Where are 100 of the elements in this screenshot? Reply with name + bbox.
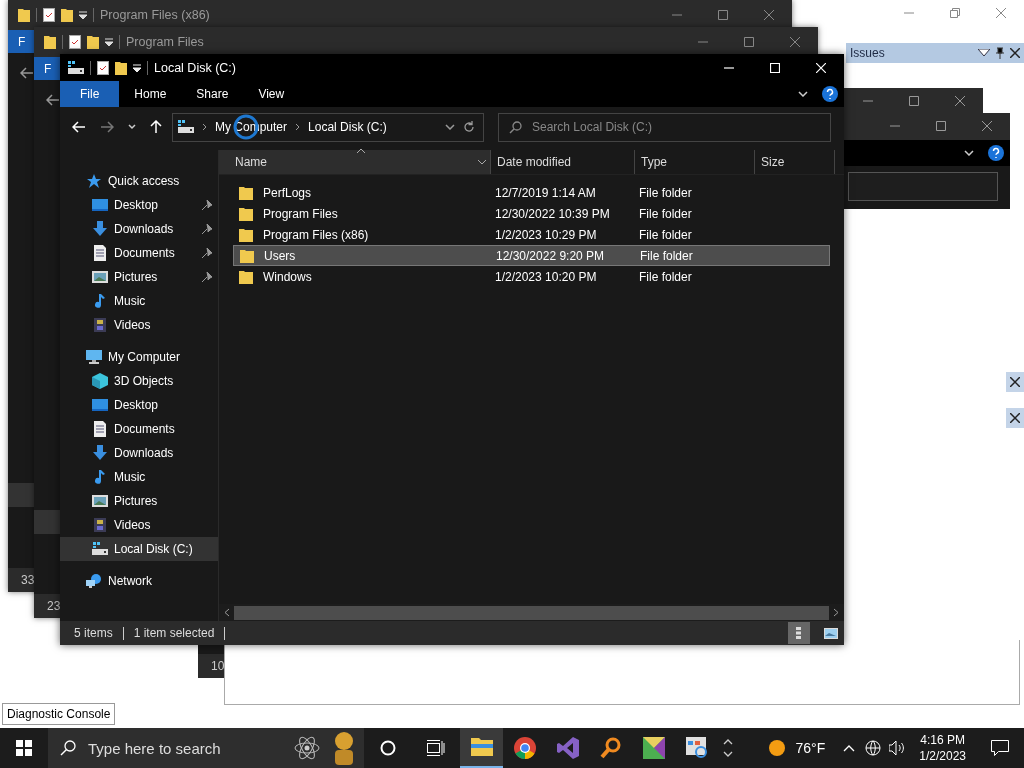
back-arrow-icon[interactable] [20,67,34,79]
sidebar-item[interactable]: 3D Objects [60,369,218,393]
scrollbar-thumb[interactable] [234,605,829,620]
scroll-arrows-icon[interactable] [723,738,733,758]
help-icon[interactable] [822,86,838,102]
search-field[interactable]: Search Local Disk (C:) [498,112,831,142]
file-row[interactable]: Program Files (x86) 1/2/2023 10:29 PM File folder [233,224,830,245]
sidebar-label: Music [114,470,147,484]
pin-icon[interactable] [202,224,212,234]
cube-icon [92,373,108,389]
properties-icon[interactable] [97,60,109,75]
chevron-icon[interactable] [798,91,808,97]
window-title: Program Files (x86) [100,8,211,22]
sidebar-item[interactable]: Quick access [60,169,218,193]
partial-ribbon-tab[interactable]: F [8,30,36,53]
download-icon [92,221,108,237]
sidebar-item[interactable]: Documents [60,417,218,441]
ribbon-tab[interactable]: File [60,81,120,107]
scroll-right-icon[interactable] [833,608,839,617]
sidebar-item[interactable]: Videos [60,313,218,337]
search-input[interactable]: Search Local Disk (C:) [530,119,820,135]
breadcrumb-item[interactable]: Local Disk (C:) [308,120,387,134]
partial-ribbon-tab[interactable]: F [34,57,62,80]
scroll-left-icon[interactable] [224,608,230,617]
task-view-icon[interactable] [427,740,445,756]
pin-icon[interactable] [202,248,212,258]
pin-icon[interactable] [202,272,212,282]
folder-icon[interactable] [115,60,127,75]
time-text[interactable]: 4:16 PM [920,732,965,748]
file-row[interactable]: Users 12/30/2022 9:20 PM File folder [233,245,830,266]
sidebar-item[interactable]: Videos [60,513,218,537]
dropdown-icon[interactable] [478,160,486,165]
dropdown-icon[interactable] [445,124,455,130]
refresh-icon[interactable] [463,121,475,133]
sidebar-item[interactable]: Music [60,289,218,313]
forward-arrow-icon[interactable] [100,121,114,133]
temperature-text[interactable]: 76°F [795,740,826,756]
sidebar-item[interactable]: Pictures [60,489,218,513]
type-cell-text: File folder [639,269,693,284]
circle-icon[interactable] [380,740,396,756]
folder-icon [239,206,253,221]
column-header[interactable]: Date modified [491,150,635,174]
volume-icon[interactable] [889,741,906,755]
thumbnail-view-icon[interactable] [824,627,838,639]
chevron-up-icon[interactable] [843,744,856,752]
sidebar-item[interactable]: Desktop [60,193,218,217]
pin-icon[interactable] [996,47,1004,59]
file-row[interactable]: PerfLogs 12/7/2019 1:14 AM File folder [233,182,830,203]
search-field[interactable] [848,172,998,201]
sidebar-label: Downloads [114,446,175,460]
folder-icon [44,35,56,49]
sidebar-item[interactable]: Documents [60,241,218,265]
close-button[interactable] [1006,408,1024,428]
sun-icon[interactable] [767,739,786,757]
list-icon [796,627,802,639]
ribbon-tab[interactable]: Home [119,81,182,107]
file-row[interactable]: Program Files 12/30/2022 10:39 PM File folder [233,203,830,224]
sidebar-item[interactable]: Music [60,465,218,489]
sidebar-item[interactable]: My Computer [60,345,218,369]
star-icon [86,173,102,189]
sidebar-item[interactable]: Network [60,569,218,593]
sidebar-item[interactable]: Desktop [60,393,218,417]
magnifier-icon [599,737,622,759]
folder-icon[interactable] [87,35,99,49]
taskbar-search-field[interactable]: Type here to search [48,728,364,768]
close-button[interactable] [1006,372,1024,392]
pin-icon[interactable] [202,200,212,210]
back-arrow-icon[interactable] [46,94,60,106]
ribbon-tab[interactable]: Share [181,81,244,107]
search-icon [60,740,76,756]
document-icon [92,245,108,261]
date-text[interactable]: 1/2/2023 [919,748,966,764]
sidebar-item[interactable]: Downloads [60,441,218,465]
start-grid-icon[interactable] [16,740,32,756]
ribbon-tab[interactable]: View [243,81,300,107]
column-header[interactable]: Name [219,150,491,174]
globe-icon[interactable] [865,740,882,756]
date-cell-text: 12/30/2022 9:20 PM [496,248,606,263]
notification-icon[interactable] [991,740,1009,756]
file-row[interactable]: Windows 1/2/2023 10:20 PM File folder [233,266,830,287]
folder-icon [470,736,493,758]
restore-icon[interactable] [950,8,960,18]
details-view-button[interactable] [788,622,810,644]
music-icon [92,293,108,309]
sidebar-label: Quick access [108,174,180,188]
console-tab[interactable]: Diagnostic Console [2,703,116,725]
sidebar-item[interactable]: Local Disk (C:) [60,537,218,561]
chevron-icon[interactable] [964,150,974,156]
column-header[interactable]: Size [755,150,835,174]
round-logo-icon [513,737,536,759]
sidebar-item[interactable]: Pictures [60,265,218,289]
search-input[interactable]: Type here to search [86,738,284,758]
folder-icon[interactable] [61,8,73,22]
column-header[interactable]: Type [635,150,755,174]
close-icon[interactable] [1010,48,1020,58]
dropdown-icon[interactable] [978,49,990,57]
help-icon[interactable] [988,145,1004,161]
taskbar-app-button[interactable] [460,728,503,768]
sidebar-item[interactable]: Downloads [60,217,218,241]
up-arrow-icon[interactable] [150,120,162,134]
